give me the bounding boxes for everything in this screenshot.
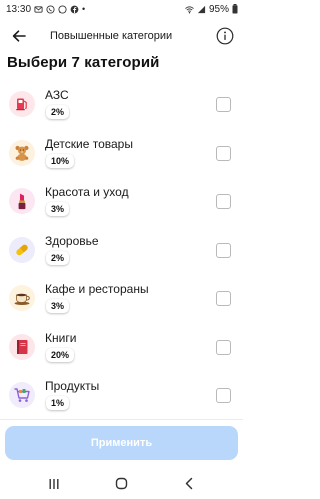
category-item-gas-station[interactable]: АЗС 2% — [0, 80, 243, 129]
category-name: Красота и уход — [45, 185, 129, 199]
category-checkbox[interactable] — [216, 339, 231, 355]
category-checkbox[interactable] — [216, 388, 231, 403]
bottom-divider — [0, 419, 243, 420]
sms-icon — [34, 5, 43, 13]
category-item-groceries[interactable]: Продукты 1% — [0, 371, 243, 420]
wifi-icon — [185, 5, 194, 13]
lipstick-icon — [9, 188, 35, 214]
cashback-percent-badge: 2% — [46, 105, 70, 119]
category-name: Кафе и рестораны — [45, 282, 149, 296]
category-name: Книги — [45, 330, 77, 345]
header-title: Повышенные категории — [50, 30, 173, 42]
category-checkbox[interactable] — [216, 194, 231, 209]
cashback-percent-badge: 1% — [46, 396, 70, 410]
category-item-kids-goods[interactable]: Детские товары 10% — [0, 129, 243, 178]
category-name: АЗС — [45, 88, 69, 102]
gas-pump-icon — [9, 91, 35, 117]
home-button[interactable] — [106, 472, 136, 496]
status-bar: 13:30 • 95% — [0, 0, 243, 18]
cashback-percent-badge: 10% — [46, 153, 75, 168]
cashback-percent-badge: 3% — [46, 202, 70, 216]
category-checkbox[interactable] — [216, 145, 231, 161]
apply-button[interactable]: Применить — [5, 426, 238, 460]
teddy-bear-icon — [9, 139, 35, 166]
status-time: 13:30 — [6, 3, 32, 15]
category-list: АЗС 2% Детские товары 10% Красота и уход… — [0, 80, 243, 420]
back-nav-button[interactable] — [174, 472, 204, 496]
home-icon — [115, 477, 128, 490]
chevron-left-icon — [185, 477, 193, 490]
info-icon — [216, 27, 234, 45]
category-checkbox[interactable] — [216, 291, 231, 306]
pill-icon — [9, 236, 35, 263]
status-dot: • — [82, 4, 86, 14]
facebook-icon — [70, 5, 79, 13]
category-checkbox[interactable] — [216, 97, 231, 112]
info-button[interactable] — [215, 26, 235, 46]
back-button[interactable] — [4, 21, 34, 51]
category-name: Детские товары — [45, 136, 133, 151]
category-item-cafes-restaurants[interactable]: Кафе и рестораны 3% — [0, 274, 243, 323]
app-header: Повышенные категории — [0, 20, 243, 52]
status-right: 95% — [185, 4, 238, 15]
page-title: Выбери 7 категорий — [7, 54, 160, 71]
category-checkbox[interactable] — [216, 242, 231, 258]
status-left: 13:30 • — [6, 4, 85, 15]
battery-icon — [232, 4, 238, 14]
shopping-cart-icon — [9, 382, 35, 408]
viber-icon — [46, 4, 55, 14]
category-item-beauty[interactable]: Красота и уход 3% — [0, 177, 243, 226]
battery-percent: 95% — [208, 3, 229, 15]
whatsapp-icon — [58, 4, 67, 14]
cashback-percent-badge: 2% — [46, 250, 70, 265]
coffee-cup-icon — [9, 285, 35, 311]
category-item-books[interactable]: Книги 20% — [0, 323, 243, 372]
category-name: Здоровье — [45, 233, 99, 248]
cashback-percent-badge: 3% — [46, 299, 70, 313]
system-navigation-bar — [0, 468, 243, 499]
cashback-percent-badge: 20% — [46, 347, 75, 362]
category-item-health[interactable]: Здоровье 2% — [0, 226, 243, 275]
book-icon — [9, 333, 35, 360]
recent-apps-button[interactable] — [39, 472, 69, 496]
arrow-left-icon — [12, 30, 26, 42]
recent-apps-icon — [49, 478, 59, 489]
category-name: Продукты — [45, 379, 100, 393]
signal-icon — [197, 5, 206, 13]
